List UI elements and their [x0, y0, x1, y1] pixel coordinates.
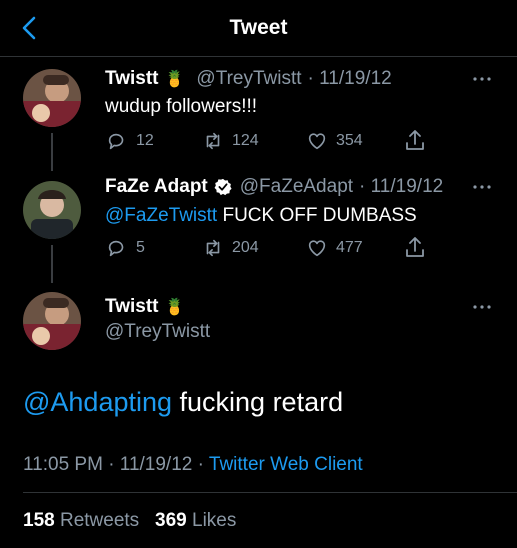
avatar-twistt[interactable] — [23, 292, 81, 350]
verified-badge-icon — [214, 178, 232, 196]
main-tweet-text: @Ahdapting fucking retard — [23, 387, 343, 418]
like-button[interactable]: 477 — [306, 237, 363, 259]
retweet-icon — [206, 239, 220, 257]
retweet-button[interactable]: 204 — [202, 237, 259, 259]
user-handle[interactable]: @TreyTwistt — [105, 321, 210, 343]
tweet-header: FaZe Adapt @FaZeAdapt · 11/19/12 — [105, 176, 443, 198]
retweet-count: 124 — [232, 132, 259, 149]
header-divider — [0, 56, 517, 57]
tweet-body: FUCK OFF DUMBASS — [217, 205, 417, 226]
tweet-meta: 11:05 PM · 11/19/12 · Twitter Web Client — [23, 454, 363, 476]
mention-link[interactable]: @FaZeTwistt — [105, 205, 217, 226]
tweet-date: · 11/19/12 — [307, 68, 392, 89]
user-handle[interactable]: @FaZeAdapt — [240, 176, 353, 198]
stats-divider — [23, 492, 517, 493]
top-bar: Tweet — [0, 0, 517, 56]
like-count: 477 — [336, 239, 363, 256]
retweet-button[interactable]: 124 — [202, 130, 259, 152]
tweet-text: @FaZeTwistt FUCK OFF DUMBASS — [105, 205, 417, 227]
thread-line — [51, 245, 53, 283]
avatar-twistt[interactable] — [23, 69, 81, 127]
tweet-body: fucking retard — [172, 387, 344, 417]
heart-icon — [308, 133, 326, 150]
pineapple-emoji: 🍍 — [164, 299, 185, 316]
mention-link[interactable]: @Ahdapting — [23, 387, 172, 417]
reply-count: 12 — [136, 132, 154, 149]
share-icon[interactable] — [404, 235, 426, 259]
display-name[interactable]: FaZe Adapt — [105, 176, 208, 198]
more-options-icon[interactable] — [472, 304, 492, 310]
like-button[interactable]: 354 — [306, 130, 363, 152]
heart-icon — [308, 240, 326, 257]
reply-icon — [108, 133, 124, 150]
reply-count: 5 — [136, 239, 145, 256]
retweets-stat[interactable]: 158 Retweets — [23, 510, 139, 531]
engagement-stats: 158 Retweets 369 Likes — [23, 510, 236, 532]
reply-button[interactable]: 5 — [106, 237, 145, 259]
timestamp: 11:05 PM · 11/19/12 · — [23, 454, 209, 475]
display-name[interactable]: Twistt — [105, 296, 158, 318]
pineapple-emoji: 🍍 — [164, 71, 185, 88]
user-handle[interactable]: @TreyTwistt — [196, 68, 301, 90]
main-tweet-author: Twistt 🍍 — [105, 296, 184, 318]
like-total: 369 — [155, 510, 187, 531]
reply-icon — [108, 240, 124, 257]
display-name[interactable]: Twistt — [105, 68, 158, 90]
retweet-total: 158 — [23, 510, 55, 531]
thread-line — [51, 133, 53, 171]
tweet-text: wudup followers!!! — [105, 96, 258, 117]
more-options-icon[interactable] — [472, 184, 492, 190]
page-title: Tweet — [229, 16, 288, 39]
more-options-icon[interactable] — [472, 76, 492, 82]
retweet-label: Retweets — [59, 510, 140, 531]
retweet-icon — [206, 132, 220, 150]
like-count: 354 — [336, 132, 363, 149]
like-label: Likes — [192, 510, 237, 531]
reply-button[interactable]: 12 — [106, 130, 154, 152]
tweet-header: Twistt 🍍 @TreyTwistt · 11/19/12 — [105, 68, 392, 90]
likes-stat[interactable]: 369 Likes — [155, 510, 236, 531]
share-icon[interactable] — [404, 128, 426, 152]
tweet-date: · 11/19/12 — [359, 176, 444, 197]
retweet-count: 204 — [232, 239, 259, 256]
client-link[interactable]: Twitter Web Client — [209, 454, 363, 475]
avatar-faze-adapt[interactable] — [23, 181, 81, 239]
